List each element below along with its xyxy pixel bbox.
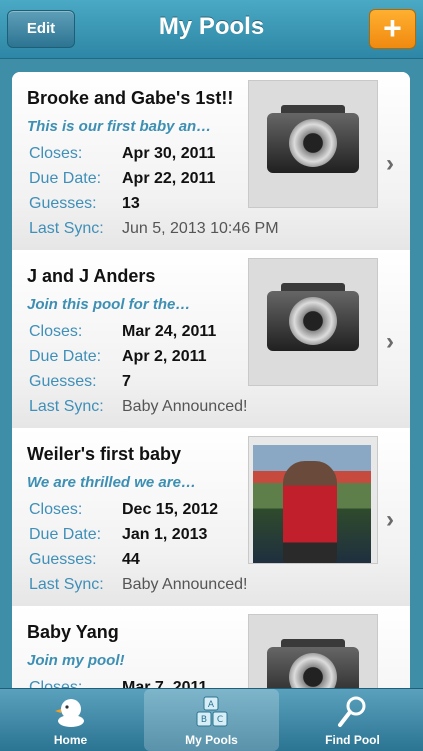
guesses-value: 13 (122, 195, 140, 212)
tab-find-pool[interactable]: Find Pool (285, 689, 420, 751)
due-date-label: Due Date: (29, 348, 102, 365)
pool-description: Join this pool for the… (27, 296, 191, 313)
due-date-value: Jan 1, 2013 (122, 526, 208, 543)
pool-description: We are thrilled we are… (27, 474, 196, 491)
pool-row[interactable]: Baby Yang Join my pool! Closes: Mar 7, 2… (12, 606, 410, 688)
last-sync-value: Jun 5, 2013 10:46 PM (122, 220, 279, 237)
rattle-icon (337, 696, 365, 727)
pool-title: Baby Yang (27, 622, 119, 642)
closes-value: Dec 15, 2012 (122, 501, 219, 518)
pool-photo (248, 436, 378, 564)
due-date-label: Due Date: (29, 526, 102, 543)
closes-label: Closes: (29, 145, 83, 162)
chevron-right-icon: › (386, 328, 394, 355)
svg-text:C: C (216, 715, 222, 725)
pool-title: Weiler's first baby (27, 444, 182, 464)
last-sync-label: Last Sync: (29, 220, 104, 237)
closes-value: Mar 7, 2011 (122, 679, 208, 688)
closes-label: Closes: (29, 679, 83, 688)
pool-row[interactable]: Brooke and Gabe's 1st!! This is our firs… (12, 72, 410, 251)
pool-row[interactable]: Weiler's first baby We are thrilled we a… (12, 428, 410, 607)
svg-text:A: A (207, 700, 214, 710)
pool-title: Brooke and Gabe's 1st!! (27, 88, 234, 108)
tab-label: Home (53, 733, 88, 747)
camera-icon (248, 80, 378, 208)
add-pool-button[interactable]: + (369, 9, 416, 49)
pool-description: This is our first baby an… (27, 118, 212, 135)
last-sync-label: Last Sync: (29, 576, 104, 593)
chevron-right-icon: › (386, 150, 394, 177)
closes-value: Mar 24, 2011 (122, 323, 217, 340)
last-sync-label: Last Sync: (29, 398, 104, 415)
closes-value: Apr 30, 2011 (122, 145, 216, 162)
tab-label: Find Pool (325, 733, 380, 747)
guesses-label: Guesses: (29, 373, 97, 390)
pool-description: Join my pool! (27, 652, 125, 669)
tab-label: My Pools (185, 733, 238, 747)
page-title: My Pools (158, 13, 265, 40)
last-sync-value: Baby Announced! (122, 576, 248, 593)
pool-title: J and J Anders (27, 266, 156, 286)
closes-label: Closes: (29, 501, 83, 518)
guesses-label: Guesses: (29, 195, 97, 212)
due-date-value: Apr 22, 2011 (122, 170, 216, 187)
due-date-value: Apr 2, 2011 (122, 348, 207, 365)
duck-icon (54, 699, 84, 727)
chevron-right-icon: › (386, 506, 394, 533)
nav-bar: Edit My Pools + (0, 0, 423, 59)
blocks-icon: A B C (196, 696, 227, 727)
last-sync-value: Baby Announced! (122, 398, 248, 415)
camera-icon (248, 258, 378, 386)
svg-text:B: B (200, 715, 206, 725)
tab-home[interactable]: Home (3, 689, 138, 751)
camera-icon (248, 614, 378, 688)
guesses-value: 44 (122, 551, 140, 568)
tab-bar: Home A B C My Pools Find Pool (0, 688, 423, 751)
tab-my-pools[interactable]: A B C My Pools (144, 689, 279, 751)
closes-label: Closes: (29, 323, 83, 340)
pool-list: Brooke and Gabe's 1st!! This is our firs… (12, 72, 410, 688)
pool-row[interactable]: J and J Anders Join this pool for the… C… (12, 250, 410, 429)
due-date-label: Due Date: (29, 170, 102, 187)
guesses-value: 7 (122, 373, 131, 390)
guesses-label: Guesses: (29, 551, 97, 568)
